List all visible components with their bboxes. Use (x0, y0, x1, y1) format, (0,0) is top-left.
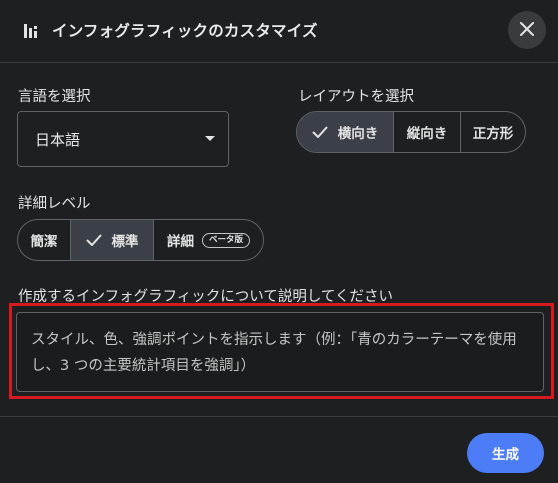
detail-option-concise[interactable]: 簡潔 (18, 220, 70, 260)
detail-option-label: 簡潔 (30, 234, 58, 250)
layout-option-portrait[interactable]: 縦向き (393, 112, 460, 152)
close-button[interactable] (508, 11, 546, 49)
generate-button[interactable]: 生成 (467, 433, 544, 473)
language-select[interactable]: 日本語 (17, 111, 229, 167)
description-label: 作成するインフォグラフィックについて説明してください (18, 289, 393, 305)
beta-badge: ベータ版 (201, 232, 250, 248)
customize-infographic-dialog: インフォグラフィックのカスタマイズ 言語を選択 日本語 レイアウトを選択 横向き… (0, 0, 558, 483)
close-icon (520, 21, 534, 40)
bar-chart-icon (24, 23, 40, 39)
detail-option-detailed[interactable]: 詳細 ベータ版 (153, 220, 263, 260)
layout-option-landscape[interactable]: 横向き (297, 112, 393, 152)
header-divider (0, 62, 558, 63)
detail-level-segmented-control: 簡潔 標準 詳細 ベータ版 (17, 219, 264, 261)
language-label: 言語を選択 (18, 89, 91, 105)
layout-option-label: 正方形 (472, 126, 514, 142)
detail-option-standard[interactable]: 標準 (70, 220, 153, 260)
detail-level-label: 詳細レベル (18, 196, 91, 212)
footer-divider (0, 416, 558, 417)
layout-option-square[interactable]: 正方形 (460, 112, 525, 152)
language-select-value: 日本語 (35, 131, 81, 149)
layout-label: レイアウトを選択 (298, 89, 414, 105)
description-textarea[interactable]: スタイル、色、強調ポイントを指示します（例：「青のカラーテーマを使用し、3 つの… (16, 312, 544, 392)
dialog-header: インフォグラフィックのカスタマイズ (0, 0, 558, 62)
layout-option-label: 横向き (337, 126, 379, 142)
check-icon (85, 234, 102, 247)
check-icon (312, 126, 328, 139)
detail-option-label: 標準 (111, 234, 139, 250)
layout-option-label: 縦向き (406, 126, 448, 142)
detail-option-label: 詳細 (166, 234, 194, 250)
dropdown-arrow-icon (205, 136, 215, 141)
dialog-title: インフォグラフィックのカスタマイズ (52, 22, 318, 40)
layout-segmented-control: 横向き 縦向き 正方形 (296, 111, 526, 153)
